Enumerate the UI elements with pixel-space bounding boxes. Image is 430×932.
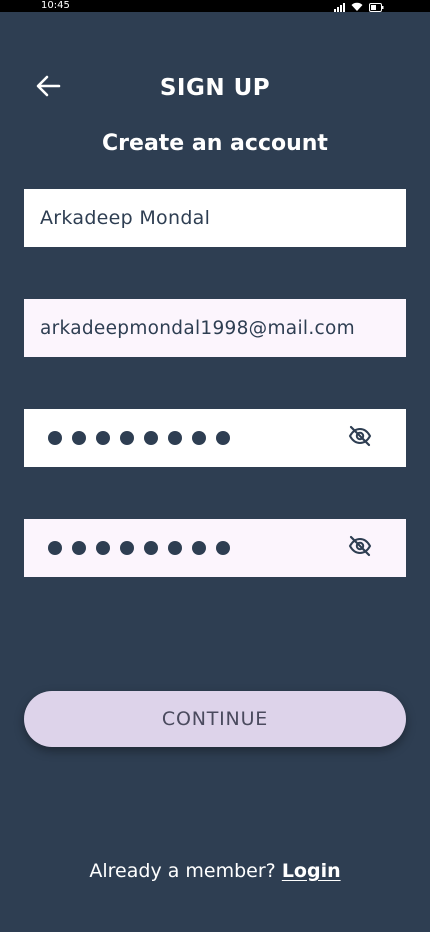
status-bar: 10:45 <box>0 0 430 12</box>
password-dot <box>216 431 230 445</box>
password-mask[interactable] <box>48 431 230 445</box>
name-input[interactable] <box>24 189 406 247</box>
password-visibility-toggle[interactable] <box>348 425 372 451</box>
eye-off-icon <box>348 535 372 561</box>
wifi-icon <box>351 0 363 16</box>
password-dot <box>144 431 158 445</box>
eye-off-icon <box>348 425 372 451</box>
password-dot <box>216 541 230 555</box>
page-subtitle: Create an account <box>102 131 328 156</box>
name-field-container <box>24 189 406 247</box>
password-dot <box>72 431 86 445</box>
signal-icon <box>334 0 345 16</box>
status-time: 10:45 <box>41 0 70 11</box>
email-field-container <box>24 299 406 357</box>
password-dot <box>72 541 86 555</box>
continue-button[interactable]: CONTINUE <box>24 691 406 747</box>
status-icons <box>334 1 384 12</box>
confirm-password-visibility-toggle[interactable] <box>348 535 372 561</box>
confirm-password-field[interactable] <box>24 519 406 577</box>
password-dot <box>168 431 182 445</box>
login-prompt: Already a member? Login <box>0 857 430 885</box>
login-link[interactable]: Login <box>282 860 341 882</box>
page-title: SIGN UP <box>159 75 271 101</box>
login-prompt-text: Already a member? <box>89 860 276 882</box>
password-dot <box>144 541 158 555</box>
password-dot <box>96 431 110 445</box>
battery-icon <box>369 0 384 16</box>
password-dot <box>192 541 206 555</box>
password-dot <box>120 541 134 555</box>
password-field[interactable] <box>24 409 406 467</box>
password-dot <box>48 431 62 445</box>
password-dot <box>192 431 206 445</box>
email-input[interactable] <box>24 299 406 357</box>
password-dot <box>120 431 134 445</box>
password-dot <box>168 541 182 555</box>
password-dot <box>48 541 62 555</box>
confirm-password-mask[interactable] <box>48 541 230 555</box>
password-dot <box>96 541 110 555</box>
